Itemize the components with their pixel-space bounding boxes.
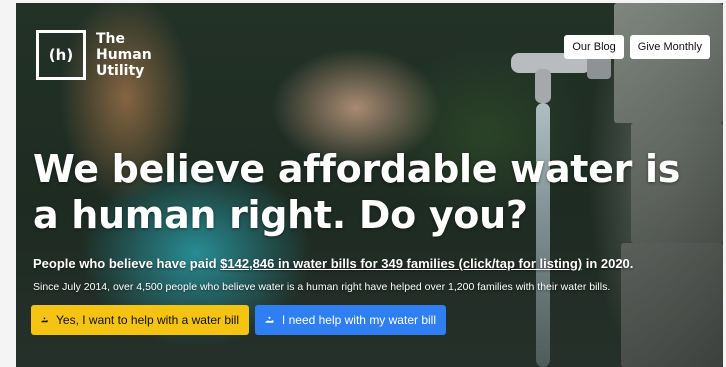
brand-name: The Human Utility: [96, 31, 152, 79]
brand-logo[interactable]: (h) The Human Utility: [36, 30, 166, 80]
stats-primary: People who believe have paid $142,846 in…: [33, 256, 703, 272]
stats-suffix: in 2020.: [582, 256, 634, 271]
logo-mark: (h): [36, 30, 86, 80]
our-blog-button[interactable]: Our Blog: [564, 35, 624, 59]
give-monthly-button[interactable]: Give Monthly: [629, 35, 710, 59]
need-help-label: I need help with my water bill: [281, 313, 436, 327]
need-help-button[interactable]: I need help with my water bill: [255, 305, 446, 335]
stats-prefix: People who believe have paid: [33, 256, 221, 271]
hand-heart-icon: [265, 316, 274, 323]
stone-wall: [614, 3, 723, 123]
page-headline: We believe affordable water is a human r…: [33, 147, 681, 237]
family-listing-link[interactable]: $142,846 in water bills for 349 families…: [220, 256, 582, 271]
hand-heart-icon: [41, 317, 48, 323]
help-with-bill-button[interactable]: Yes, I want to help with a water bill: [31, 305, 249, 335]
help-with-bill-label: Yes, I want to help with a water bill: [56, 313, 239, 327]
top-nav: Our Blog Give Monthly: [564, 35, 710, 59]
stats-secondary: Since July 2014, over 4,500 people who b…: [33, 281, 611, 293]
